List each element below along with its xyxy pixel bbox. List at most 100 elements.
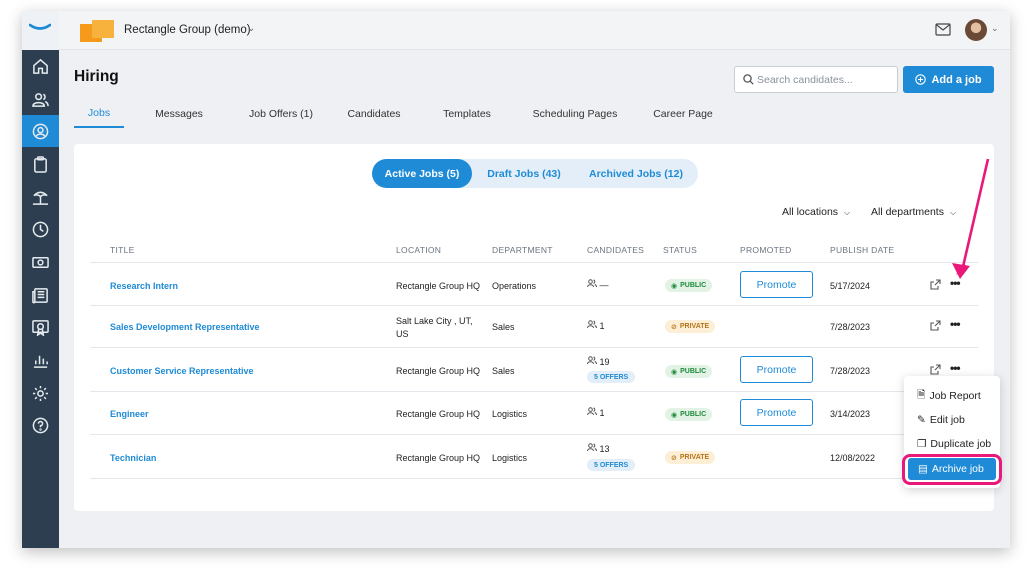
promote-button[interactable]: Promote xyxy=(740,356,813,383)
status-badge: ⊘ PRIVATE xyxy=(665,451,716,464)
tab-candidates[interactable]: Candidates xyxy=(339,99,409,128)
avatar[interactable] xyxy=(965,19,987,41)
candidates-count[interactable]: 19 xyxy=(587,356,610,367)
bar-chart-icon[interactable] xyxy=(22,344,59,376)
table-row[interactable]: Technician Rectangle Group HQ Logistics … xyxy=(90,434,978,479)
promote-button[interactable]: Promote xyxy=(740,271,813,298)
certificate-icon[interactable] xyxy=(22,311,59,343)
segment-active-jobs[interactable]: Active Jobs (5) xyxy=(372,159,472,188)
table-row[interactable]: Engineer Rectangle Group HQ Logistics 1 … xyxy=(90,391,978,434)
tab-bar: Jobs Messages Job Offers (1) Candidates … xyxy=(74,99,984,129)
publish-date: 3/14/2023 xyxy=(830,409,871,419)
publish-date: 12/08/2022 xyxy=(830,453,876,463)
job-department: Sales xyxy=(492,366,515,376)
search-input[interactable] xyxy=(757,70,893,89)
candidates-value: 19 xyxy=(599,357,610,367)
candidates-value: — xyxy=(599,280,609,290)
publish-date: 7/28/2023 xyxy=(830,322,871,332)
job-title-link[interactable]: Research Intern xyxy=(110,281,178,291)
more-options-icon[interactable]: ••• xyxy=(950,361,961,375)
add-job-button[interactable]: Add a job xyxy=(903,66,994,93)
people-icon xyxy=(587,443,597,452)
segment-draft-jobs[interactable]: Draft Jobs (43) xyxy=(474,159,574,188)
candidates-value: 1 xyxy=(599,408,605,418)
external-link-icon[interactable] xyxy=(930,320,941,331)
promote-button[interactable]: Promote xyxy=(740,399,813,426)
status-text: PRIVATE xyxy=(679,454,710,461)
external-link-icon[interactable] xyxy=(930,279,941,290)
candidates-count[interactable]: 1 xyxy=(587,407,605,418)
job-department: Logistics xyxy=(492,453,528,463)
table-row[interactable]: Research Intern Rectangle Group HQ Opera… xyxy=(90,262,978,305)
tab-scheduling-pages[interactable]: Scheduling Pages xyxy=(526,99,624,128)
candidates-value: 13 xyxy=(599,444,610,454)
status-text: PUBLIC xyxy=(680,282,707,289)
tab-career-page[interactable]: Career Page xyxy=(649,99,717,128)
highlight-ring xyxy=(902,454,1002,485)
money-icon[interactable] xyxy=(22,246,59,278)
offers-badge[interactable]: 5 OFFERS xyxy=(587,459,636,471)
home-icon[interactable] xyxy=(22,50,59,82)
job-title-link[interactable]: Engineer xyxy=(110,409,149,419)
news-icon[interactable] xyxy=(22,279,59,311)
org-logo xyxy=(80,20,114,42)
column-header-department[interactable]: DEPARTMENT xyxy=(492,245,553,255)
menu-item-job-report[interactable]: 🗎 Job Report xyxy=(904,385,1000,407)
job-department: Logistics xyxy=(492,409,528,419)
eye-icon: ◉ xyxy=(671,411,678,419)
table-row[interactable]: Sales Development Representative Salt La… xyxy=(90,305,978,347)
column-header-candidates[interactable]: CANDIDATES xyxy=(587,245,644,255)
clipboard-icon[interactable] xyxy=(22,148,59,180)
candidates-count[interactable]: 1 xyxy=(587,320,605,331)
segment-archived-jobs[interactable]: Archived Jobs (12) xyxy=(578,159,694,188)
eye-icon: ◉ xyxy=(671,282,678,290)
beach-icon[interactable] xyxy=(22,181,59,213)
tab-messages[interactable]: Messages xyxy=(146,99,212,128)
search-box[interactable] xyxy=(734,66,898,93)
column-header-location[interactable]: LOCATION xyxy=(396,245,441,255)
column-header-title[interactable]: TITLE xyxy=(110,245,135,255)
mail-icon[interactable] xyxy=(935,23,951,36)
job-title-link[interactable]: Sales Development Representative xyxy=(110,322,260,332)
job-title-link[interactable]: Technician xyxy=(110,453,156,463)
status-badge: ⊘ PRIVATE xyxy=(665,320,716,333)
user-search-icon[interactable] xyxy=(22,115,59,147)
candidates-value: 1 xyxy=(599,321,605,331)
brand-cell xyxy=(22,11,59,50)
page-title: Hiring xyxy=(74,68,119,85)
people-icon[interactable] xyxy=(22,83,59,115)
locations-filter[interactable]: All locations ⌵ xyxy=(782,206,850,218)
menu-item-duplicate-job[interactable]: ❐ Duplicate job xyxy=(904,433,1000,455)
more-options-icon[interactable]: ••• xyxy=(950,276,961,290)
tab-job-offers[interactable]: Job Offers (1) xyxy=(234,99,328,128)
clock-icon[interactable] xyxy=(22,213,59,245)
job-location: Salt Lake City , UT, US xyxy=(396,316,473,339)
offers-badge[interactable]: 5 OFFERS xyxy=(587,371,636,383)
status-text: PRIVATE xyxy=(679,323,710,330)
org-name[interactable]: Rectangle Group (demo) xyxy=(124,24,251,36)
add-job-label: Add a job xyxy=(931,73,982,86)
column-header-promoted[interactable]: PROMOTED xyxy=(740,245,792,255)
help-icon[interactable] xyxy=(22,409,59,441)
gear-icon[interactable] xyxy=(22,377,59,409)
column-header-status[interactable]: STATUS xyxy=(663,245,697,255)
column-header-publish-date[interactable]: PUBLISH DATE xyxy=(830,245,894,255)
departments-filter[interactable]: All departments ⌵ xyxy=(871,206,956,218)
candidates-count[interactable]: 13 xyxy=(587,443,610,454)
table-row[interactable]: Customer Service Representative Rectangl… xyxy=(90,347,978,391)
plus-circle-icon xyxy=(915,74,927,85)
workable-logo-icon[interactable] xyxy=(29,23,51,33)
menu-item-edit-job[interactable]: ✎ Edit job xyxy=(904,409,1000,431)
tab-templates[interactable]: Templates xyxy=(434,99,500,128)
external-link-icon[interactable] xyxy=(930,364,941,375)
job-department: Operations xyxy=(492,281,537,291)
people-icon xyxy=(587,279,597,288)
top-bar: Rectangle Group (demo) ⌄ ⌄ xyxy=(22,11,1010,50)
chevron-down-icon[interactable]: ⌄ xyxy=(247,23,255,34)
candidates-count[interactable]: — xyxy=(587,279,609,290)
publish-date: 5/17/2024 xyxy=(830,281,871,291)
chevron-down-icon[interactable]: ⌄ xyxy=(991,23,999,34)
more-options-icon[interactable]: ••• xyxy=(950,317,961,331)
tab-jobs[interactable]: Jobs xyxy=(74,99,124,128)
job-title-link[interactable]: Customer Service Representative xyxy=(110,366,254,376)
